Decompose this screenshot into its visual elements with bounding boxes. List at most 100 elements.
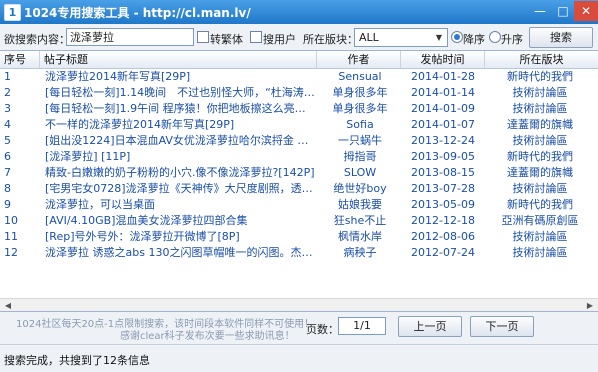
table-row[interactable]: 9 泷泽萝拉，可以当桌面 姑娘我要 2013-05-09 新時代的我們 [0,197,598,213]
cell-index: 9 [4,198,11,211]
column-header-title[interactable]: 帖子标题 [40,51,317,68]
cell-title: 泷泽萝拉2014新年写真[29P] [45,70,191,83]
sort-asc-label: 升序 [501,33,523,46]
page-label: 页数： [306,323,339,336]
cell-board: 技術討論區 [512,86,568,99]
scroll-right-icon[interactable]: ▶ [584,301,596,311]
cell-index: 3 [4,102,11,115]
cell-title: [宅男宅女0728]泷泽萝拉《天神传》大尺度剧照，透视… [45,182,315,195]
cell-board: 亞洲有碼原創區 [501,214,579,227]
cell-author: Sofia [346,118,374,131]
search-button[interactable]: 搜索 [529,27,593,48]
maximize-button[interactable]: □ [552,1,574,21]
window-title: 1024专用搜索工具 - http://cl.man.lv/ [24,6,251,20]
cell-board: 技術討論區 [512,102,568,115]
search-user-checkbox[interactable] [250,31,262,43]
cell-title: 泷泽萝拉，可以当桌面 [45,198,155,211]
prev-page-button[interactable]: 上一页 [398,316,462,337]
cell-title: [AVI/4.10GB]混血美女泷泽萝拉四部合集 [45,214,248,227]
cell-author: 绝世好boy [333,182,387,195]
table-header: 序号 帖子标题 作者 发帖时间 所在版块 [0,51,598,69]
app-icon: 1 [4,4,21,21]
search-label: 欲搜索内容： [4,33,70,46]
cell-author: 狂she不止 [333,214,387,227]
cell-index: 7 [4,166,11,179]
cell-index: 12 [4,246,18,259]
cell-board: 新時代的我們 [507,198,573,211]
cell-date: 2013-05-09 [411,198,475,211]
cell-author: 单身很多年 [332,86,388,99]
cell-index: 1 [4,70,11,83]
cell-title: [Rep]号外号外：泷泽萝拉开微博了[8P] [45,230,240,243]
status-text: 搜索完成，共搜到了12条信息 [4,354,150,367]
cell-index: 4 [4,118,11,131]
cell-title: 精致-白嫩嫩的奶子粉粉的小穴.像不像泷泽萝拉?[142P] [45,166,315,179]
search-user-label: 搜用户 [263,33,296,46]
sort-asc-radio[interactable] [489,31,501,43]
scroll-left-icon[interactable]: ◀ [2,301,14,311]
search-toolbar: 欲搜索内容： 泷泽萝拉 转繁体 搜用户 所在版块： ALL ▼ 降序 升序 搜索 [0,24,598,50]
table-row[interactable]: 12 泷泽萝拉 诱惑之abs 130之闪图草帽唯一的闪图。杰夫… 病秧子 2012-0… [0,245,598,261]
table-row[interactable]: 5 [姐出没1224]日本混血AV女优泷泽萝拉哈尔滨捋金 俯… 一只蜗牛 2013-1… [0,133,598,149]
cell-date: 2012-07-24 [411,246,475,259]
column-header-date[interactable]: 发帖时间 [401,51,485,68]
minimize-button[interactable]: — [528,1,552,21]
horizontal-scrollbar[interactable]: ◀ ▶ [0,298,598,311]
traditional-checkbox[interactable] [197,31,209,43]
column-header-index[interactable]: 序号 [0,51,40,68]
pager-bar: 1024社区每天20点-1点限制搜索，该时间段本软件同样不可使用！ 感谢clea… [0,312,598,342]
cell-date: 2013-12-24 [411,134,475,147]
chevron-down-icon: ▼ [435,33,443,42]
cell-date: 2013-07-28 [411,182,475,195]
cell-title: 不一样的泷泽萝拉2014新年写真[29P] [45,118,235,131]
table-row[interactable]: 3 [每日轻松一刻]1.9午间 程序猿！你把地板擦这么亮… 单身很多年 2014-01… [0,101,598,117]
cell-title: 泷泽萝拉 诱惑之abs 130之闪图草帽唯一的闪图。杰夫… [45,246,315,259]
table-row[interactable]: 4 不一样的泷泽萝拉2014新年写真[29P] Sofia 2014-01-07 達蓋爾… [0,117,598,133]
cell-board: 技術討論區 [512,182,568,195]
close-button[interactable]: ✕ [574,1,598,21]
cell-date: 2014-01-28 [411,70,475,83]
cell-title: [泷泽萝拉] [11P] [45,150,131,163]
cell-author: 病秧子 [343,246,377,259]
cell-date: 2014-01-14 [411,86,475,99]
cell-author: 拇指哥 [343,150,377,163]
app-window: 1 1024专用搜索工具 - http://cl.man.lv/ — □ ✕ 欲… [0,0,598,372]
cell-index: 5 [4,134,11,147]
cell-index: 6 [4,150,11,163]
cell-index: 11 [4,230,18,243]
sort-desc-radio[interactable] [451,31,463,43]
results-table: 序号 帖子标题 作者 发帖时间 所在版块 1 泷泽萝拉2014新年写真[29P] S… [0,50,598,312]
column-header-author[interactable]: 作者 [317,51,401,68]
cell-date: 2013-09-05 [411,150,475,163]
next-page-button[interactable]: 下一页 [470,316,534,337]
table-row[interactable]: 6 [泷泽萝拉] [11P] 拇指哥 2013-09-05 新時代的我們 [0,149,598,165]
table-row[interactable]: 11 [Rep]号外号外：泷泽萝拉开微博了[8P] 枫情水岸 2012-08-06 技術… [0,229,598,245]
title-bar[interactable]: 1 1024专用搜索工具 - http://cl.man.lv/ — □ ✕ [0,0,598,24]
board-select[interactable]: ALL ▼ [354,28,448,47]
cell-board: 新時代的我們 [507,70,573,83]
notice-line-2: 感谢clear科子发布次要一些求助讯息！ [120,331,295,342]
cell-author: 枫情水岸 [338,230,382,243]
cell-date: 2014-01-07 [411,118,475,131]
table-row[interactable]: 8 [宅男宅女0728]泷泽萝拉《天神传》大尺度剧照，透视… 绝世好boy 2013-… [0,181,598,197]
cell-index: 2 [4,86,11,99]
table-row[interactable]: 7 精致-白嫩嫩的奶子粉粉的小穴.像不像泷泽萝拉?[142P] SLOW 2013-0… [0,165,598,181]
board-select-value: ALL [359,31,379,44]
cell-date: 2013-08-15 [411,166,475,179]
cell-index: 8 [4,182,11,195]
board-label: 所在版块： [303,33,358,46]
table-row[interactable]: 1 泷泽萝拉2014新年写真[29P] Sensual 2014-01-28 新時代的我… [0,69,598,85]
cell-author: 一只蜗牛 [338,134,382,147]
search-input[interactable]: 泷泽萝拉 [66,28,194,46]
status-bar: 搜索完成，共搜到了12条信息 [0,344,598,372]
page-input[interactable]: 1/1 [338,317,386,335]
cell-title: [每日轻松一刻]1.9午间 程序猿！你把地板擦这么亮… [45,102,306,115]
cell-board: 達蓋爾的旗幟 [507,118,573,131]
column-header-board[interactable]: 所在版块 [485,51,598,68]
cell-board: 技術討論區 [512,230,568,243]
table-row[interactable]: 10 [AVI/4.10GB]混血美女泷泽萝拉四部合集 狂she不止 2012-12-… [0,213,598,229]
table-body: 1 泷泽萝拉2014新年写真[29P] Sensual 2014-01-28 新時代的我… [0,69,598,261]
traditional-label: 转繁体 [210,33,243,46]
cell-date: 2012-08-06 [411,230,475,243]
table-row[interactable]: 2 [每日轻松一刻]1.14晚间 不过也别怪大师，“杜海涛… 单身很多年 2014-0… [0,85,598,101]
